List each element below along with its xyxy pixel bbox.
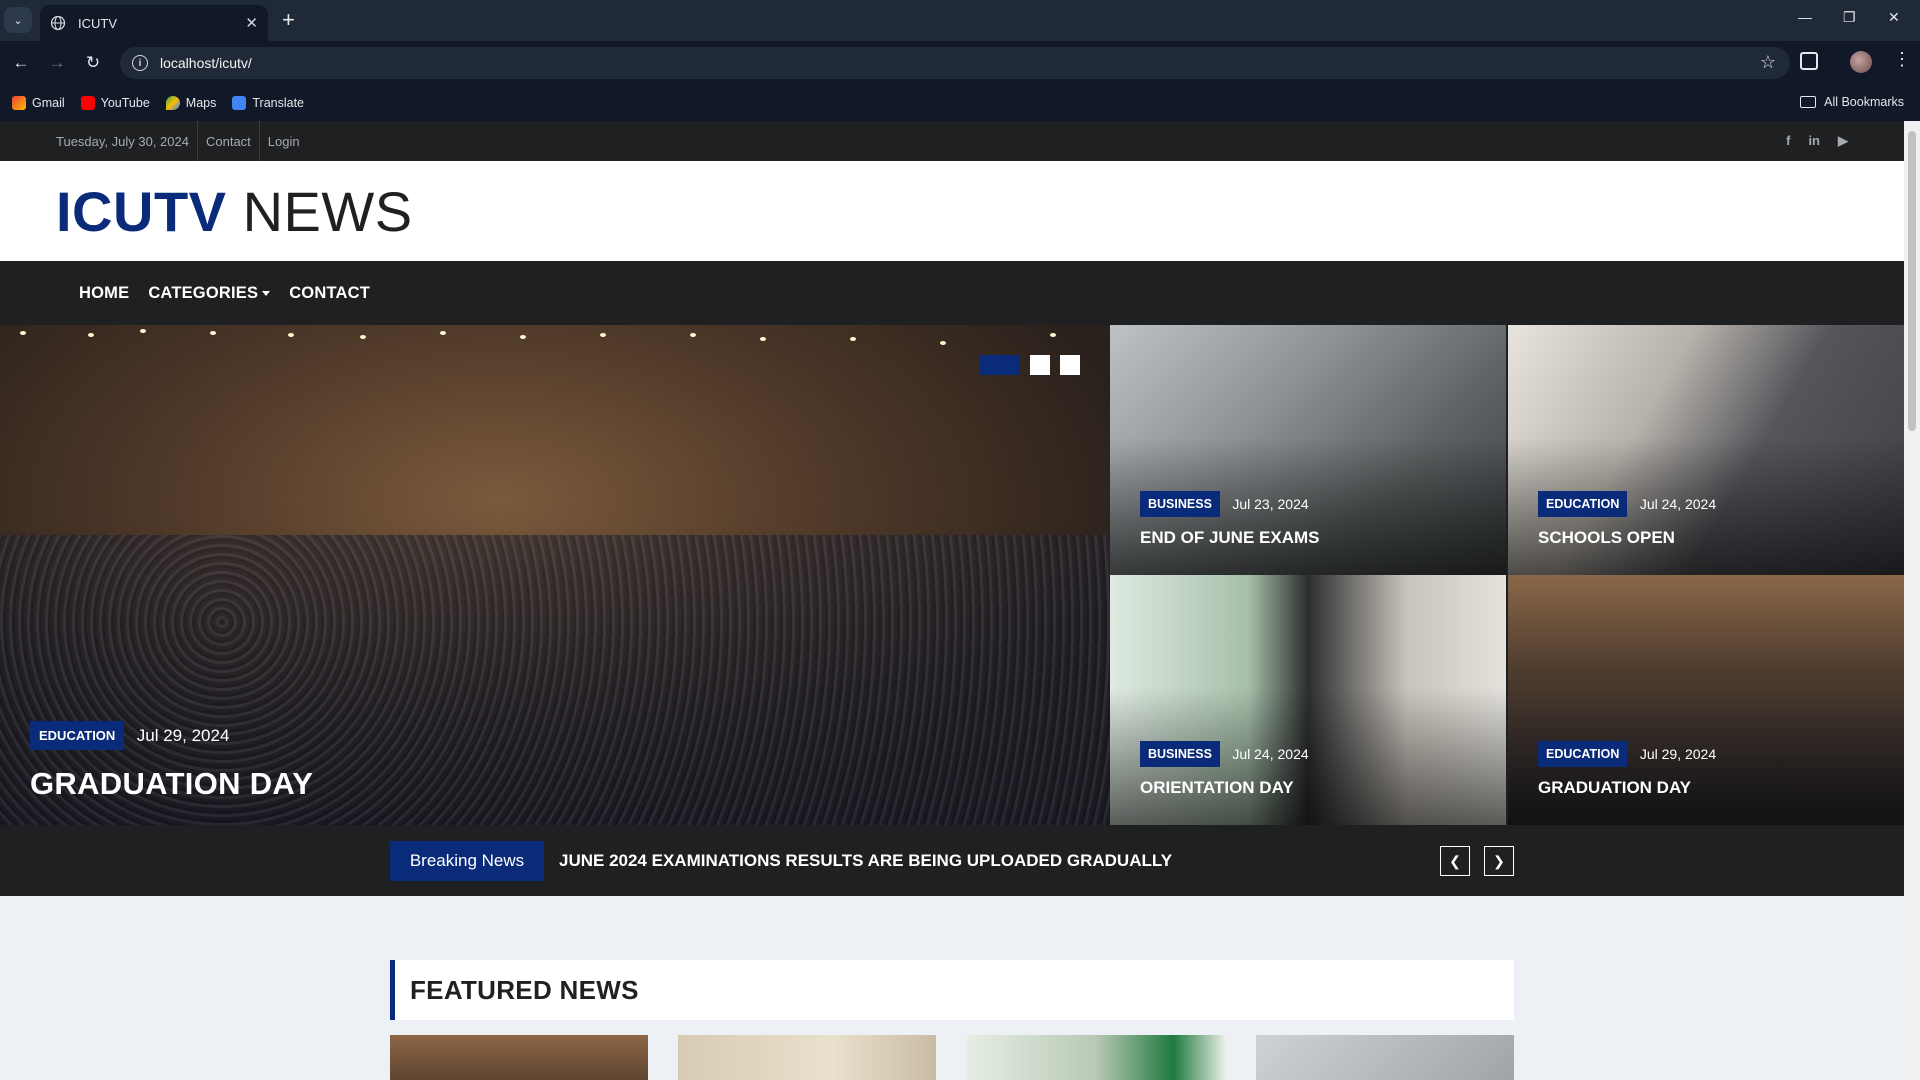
maps-icon — [165, 96, 180, 110]
carousel-indicators — [980, 355, 1080, 375]
breaking-news-text[interactable]: JUNE 2024 EXAMINATIONS RESULTS ARE BEING… — [559, 851, 1172, 871]
divider — [258, 121, 260, 161]
bookmarks-bar: Gmail YouTube Maps Translate All Bookmar… — [0, 85, 1920, 121]
post-date: Jul 24, 2024 — [1232, 745, 1309, 762]
bookmark-translate[interactable]: Translate — [232, 96, 304, 110]
featured-news-row — [390, 1035, 1514, 1080]
featured-thumbnail[interactable] — [967, 1035, 1225, 1080]
bookmark-maps[interactable]: Maps — [165, 96, 216, 110]
page-scrollbar[interactable] — [1904, 121, 1920, 1080]
card-caption: EDUCATION Jul 24, 2024 SCHOOLS OPEN — [1538, 491, 1716, 548]
back-icon[interactable]: ← — [10, 52, 32, 74]
hero-section: EDUCATION Jul 29, 2024 GRADUATION DAY BU… — [0, 325, 1904, 896]
post-date: Jul 29, 2024 — [136, 725, 230, 745]
news-card[interactable]: BUSINESS Jul 24, 2024 ORIENTATION DAY — [1110, 575, 1506, 825]
section-title: FEATURED NEWS — [410, 974, 639, 1005]
youtube-icon[interactable]: ▶ — [1838, 133, 1848, 149]
post-date: Jul 29, 2024 — [1639, 745, 1717, 762]
carousel-indicator[interactable] — [1060, 355, 1080, 375]
featured-thumbnail[interactable] — [1256, 1035, 1514, 1080]
globe-icon — [50, 15, 66, 31]
current-date: Tuesday, July 30, 2024 — [56, 133, 189, 149]
card-caption: BUSINESS Jul 24, 2024 ORIENTATION DAY — [1140, 741, 1309, 798]
post-date: Jul 24, 2024 — [1639, 495, 1717, 512]
gmail-icon — [12, 96, 26, 110]
carousel-indicator[interactable] — [1030, 355, 1050, 375]
card-headline[interactable]: GRADUATION DAY — [1538, 778, 1716, 798]
caret-down-icon — [262, 290, 271, 296]
featured-news-header: FEATURED NEWS — [390, 960, 1514, 1020]
nav-contact[interactable]: CONTACT — [289, 284, 370, 303]
browser-menu-icon[interactable]: ⋮ — [1893, 49, 1911, 70]
topbar-login-link[interactable]: Login — [268, 134, 300, 149]
social-links: f in ▶ — [1786, 133, 1848, 149]
folder-icon — [1800, 96, 1817, 108]
browser-toolbar: ← → ↻ i localhost/icutv/ ☆ ⋮ — [0, 41, 1920, 85]
featured-thumbnail[interactable] — [678, 1035, 936, 1080]
breaking-news-bar: Breaking News JUNE 2024 EXAMINATIONS RES… — [390, 841, 1514, 881]
browser-tab[interactable]: ICUTV ✕ — [40, 5, 268, 41]
ceiling-lights — [0, 325, 1110, 365]
next-arrow-icon[interactable]: ❯ — [1484, 846, 1514, 876]
facebook-icon[interactable]: f — [1786, 133, 1790, 149]
card-headline[interactable]: ORIENTATION DAY — [1140, 778, 1309, 798]
extensions-icon[interactable] — [1800, 52, 1818, 70]
news-card[interactable]: EDUCATION Jul 29, 2024 GRADUATION DAY — [1508, 575, 1904, 825]
divider — [196, 121, 198, 161]
youtube-icon — [80, 96, 95, 110]
site-info-icon[interactable]: i — [132, 55, 148, 71]
card-headline[interactable]: SCHOOLS OPEN — [1538, 528, 1716, 548]
close-tab-icon[interactable]: ✕ — [245, 14, 258, 32]
nav-home[interactable]: HOME — [79, 284, 129, 303]
tab-search-chevron-icon[interactable]: ⌄ — [4, 7, 32, 33]
tab-title: ICUTV — [78, 15, 117, 31]
category-badge[interactable]: EDUCATION — [1538, 741, 1628, 767]
all-bookmarks[interactable]: All Bookmarks — [1800, 95, 1904, 109]
category-badge[interactable]: BUSINESS — [1140, 491, 1220, 517]
prev-arrow-icon[interactable]: ❮ — [1440, 846, 1470, 876]
category-badge[interactable]: BUSINESS — [1140, 741, 1220, 767]
nav-categories[interactable]: CATEGORIES — [148, 284, 271, 303]
new-tab-icon[interactable]: + — [282, 8, 295, 32]
category-badge[interactable]: EDUCATION — [1538, 491, 1628, 517]
close-window-icon[interactable]: ✕ — [1888, 9, 1900, 26]
news-card[interactable]: BUSINESS Jul 23, 2024 END OF JUNE EXAMS — [1110, 325, 1506, 575]
web-page: Tuesday, July 30, 2024 Contact Login f i… — [0, 121, 1904, 1080]
reload-icon[interactable]: ↻ — [82, 52, 104, 74]
main-slide[interactable]: EDUCATION Jul 29, 2024 GRADUATION DAY — [0, 325, 1110, 825]
translate-icon — [232, 96, 247, 110]
brand-bar: ICUTV NEWS — [0, 161, 1904, 261]
site-logo[interactable]: ICUTV NEWS — [56, 179, 413, 244]
card-caption: BUSINESS Jul 23, 2024 END OF JUNE EXAMS — [1140, 491, 1319, 548]
main-slide-caption: EDUCATION Jul 29, 2024 GRADUATION DAY — [30, 721, 313, 802]
scrollbar-thumb[interactable] — [1908, 131, 1916, 431]
main-headline[interactable]: GRADUATION DAY — [30, 766, 313, 802]
address-bar[interactable]: i localhost/icutv/ ☆ — [120, 47, 1790, 79]
bookmark-star-icon[interactable]: ☆ — [1760, 52, 1776, 73]
minimize-icon[interactable]: — — [1798, 9, 1812, 25]
topbar-contact-link[interactable]: Contact — [206, 134, 251, 149]
top-bar: Tuesday, July 30, 2024 Contact Login f i… — [0, 121, 1904, 161]
forward-icon[interactable]: → — [46, 52, 68, 74]
news-card[interactable]: EDUCATION Jul 24, 2024 SCHOOLS OPEN — [1508, 325, 1904, 575]
url-text: localhost/icutv/ — [160, 55, 252, 71]
browser-tabstrip: ⌄ ICUTV ✕ + — ❐ ✕ — [0, 0, 1920, 41]
main-nav: HOME CATEGORIES CONTACT — [0, 261, 1904, 325]
breaking-news-label: Breaking News — [390, 841, 544, 881]
restore-icon[interactable]: ❐ — [1843, 9, 1856, 26]
bookmark-youtube[interactable]: YouTube — [80, 96, 150, 110]
card-headline[interactable]: END OF JUNE EXAMS — [1140, 528, 1319, 548]
category-badge[interactable]: EDUCATION — [30, 721, 125, 750]
post-date: Jul 23, 2024 — [1232, 495, 1309, 512]
carousel-indicator[interactable] — [980, 355, 1020, 375]
profile-avatar[interactable] — [1850, 51, 1872, 73]
bookmark-gmail[interactable]: Gmail — [12, 96, 65, 110]
featured-thumbnail[interactable] — [390, 1035, 648, 1080]
card-caption: EDUCATION Jul 29, 2024 GRADUATION DAY — [1538, 741, 1716, 798]
linkedin-icon[interactable]: in — [1808, 133, 1820, 149]
